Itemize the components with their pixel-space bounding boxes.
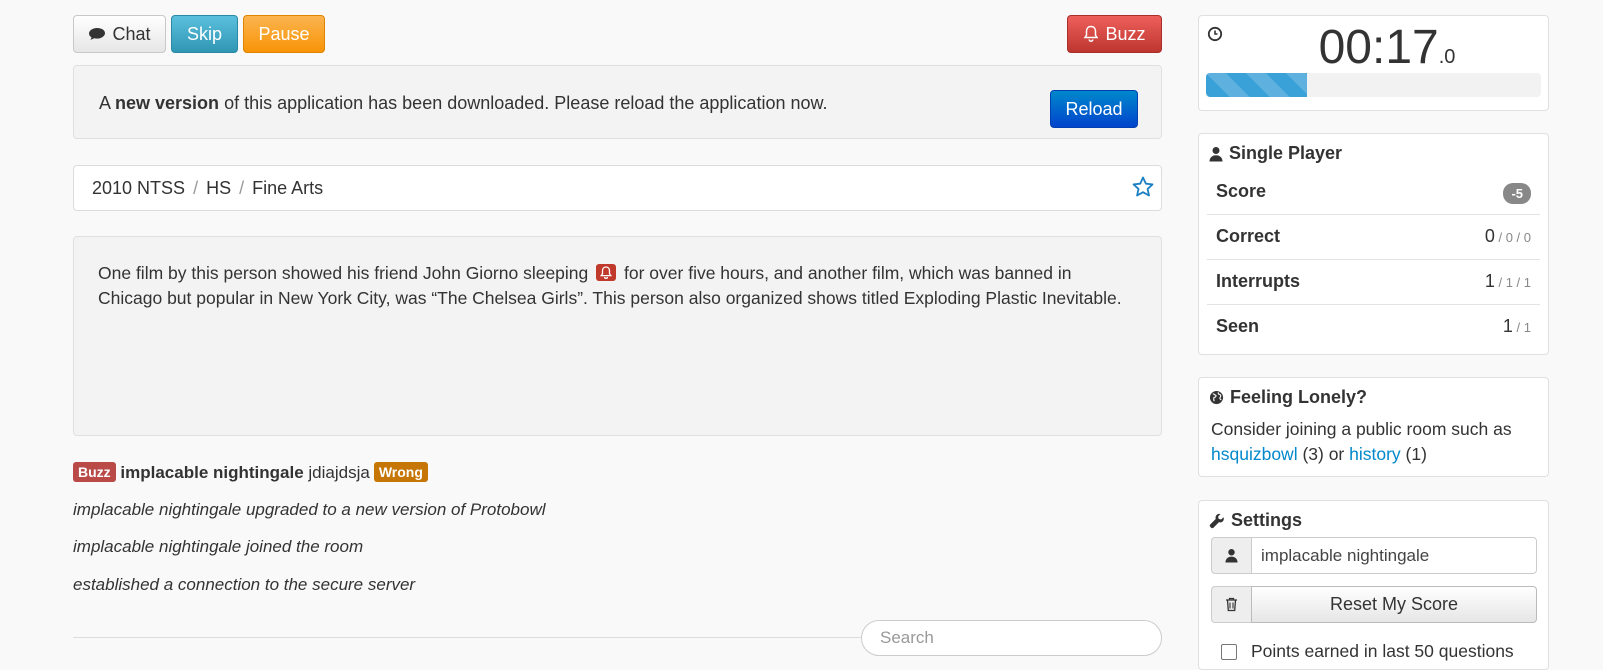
buzz-answer: jdiajdsja <box>308 463 370 482</box>
breadcrumb-separator: / <box>193 177 199 198</box>
seen-label: Seen <box>1216 316 1260 336</box>
name-input[interactable] <box>1251 537 1537 574</box>
room-link-hsquizbowl[interactable]: hsquizbowl <box>1211 444 1298 464</box>
settings-panel: Settings Reset My Score Points earned in… <box>1198 500 1549 670</box>
score-row: Score -5 <box>1207 169 1540 215</box>
log-line: implacable nightingale upgraded to a new… <box>73 500 546 520</box>
interrupts-extra: / 1 / 1 <box>1494 275 1531 290</box>
interrupts-row: Interrupts 1 / 1 / 1 <box>1207 259 1540 305</box>
trash-icon <box>1226 597 1237 612</box>
panel-title: Single Player <box>1209 143 1342 164</box>
lonely-title: Feeling Lonely? <box>1230 387 1368 407</box>
correct-extra: / 0 / 0 <box>1494 230 1531 245</box>
speech-bubble-icon <box>89 28 106 40</box>
bell-icon <box>600 266 613 279</box>
room2-count: (1) <box>1400 444 1427 464</box>
settings-title: Settings <box>1231 510 1303 530</box>
reset-label: Reset My Score <box>1329 594 1459 614</box>
timer-panel: 00:17.0 <box>1198 15 1549 111</box>
pause-button[interactable]: Pause <box>243 15 325 53</box>
timer-main: 00:17 <box>1318 21 1439 74</box>
breadcrumb-category: Fine Arts <box>252 177 324 198</box>
buzz-button[interactable]: Buzz <box>1067 15 1162 53</box>
timer-fraction: .0 <box>1438 46 1456 68</box>
seen-row: Seen 1 / 1 <box>1207 304 1540 349</box>
correct-value: 0 / 0 / 0 <box>1485 226 1531 247</box>
skip-label: Skip <box>186 23 222 44</box>
points-label: Points earned in last 50 questions <box>1251 641 1514 661</box>
buzz-badge: Buzz <box>73 462 116 482</box>
buzz-label: Buzz <box>1105 23 1146 44</box>
seen-count: 1 <box>1502 316 1513 336</box>
search-input[interactable] <box>861 620 1162 656</box>
star-icon[interactable] <box>1131 175 1155 199</box>
timer-progress-fill <box>1206 73 1307 97</box>
score-label: Score <box>1216 181 1267 201</box>
log-line: established a connection to the secure s… <box>73 575 415 595</box>
interrupts-label: Interrupts <box>1216 271 1301 291</box>
log-text: implacable nightingale joined the room <box>73 537 364 556</box>
user-icon <box>1225 549 1238 563</box>
user-icon <box>1209 146 1223 161</box>
question-part-1: One film by this person showed his frien… <box>98 263 589 283</box>
panel-title: Feeling Lonely? <box>1209 387 1367 408</box>
clock-icon <box>1207 26 1223 42</box>
breadcrumb-tournament: 2010 NTSS <box>92 177 186 198</box>
name-input-group <box>1211 537 1537 574</box>
log-text: established a connection to the secure s… <box>73 575 416 594</box>
feeling-lonely-panel: Feeling Lonely? Consider joining a publi… <box>1198 377 1549 477</box>
interrupts-value: 1 / 1 / 1 <box>1485 271 1531 292</box>
reset-group: Reset My Score <box>1211 586 1537 623</box>
correct-count: 0 <box>1484 226 1495 246</box>
panel-title: Settings <box>1209 510 1302 531</box>
log-text: implacable nightingale upgraded to a new… <box>73 500 546 519</box>
log-line: implacable nightingale joined the room <box>73 537 363 557</box>
buzz-log-line: Buzz implacable nightingale jdiajdsja Wro… <box>73 462 428 483</box>
timer-display: 00:17.0 <box>1307 20 1467 75</box>
buzz-marker <box>596 264 617 281</box>
points-checkbox[interactable] <box>1221 643 1237 660</box>
single-player-title: Single Player <box>1229 143 1343 163</box>
alert-prefix: A <box>99 93 116 113</box>
breadcrumb-level: HS <box>206 177 232 198</box>
wrong-badge: Wrong <box>373 462 428 482</box>
buzz-user: implacable nightingale <box>120 463 304 482</box>
breadcrumb-separator: / <box>239 177 245 198</box>
name-addon <box>1211 537 1251 574</box>
skip-button[interactable]: Skip <box>171 15 238 53</box>
points-checkbox-row[interactable]: Points earned in last 50 questions <box>1221 641 1514 662</box>
correct-label: Correct <box>1216 226 1281 246</box>
room1-count: (3) or <box>1297 444 1350 464</box>
breadcrumb: 2010 NTSS / HS / Fine Arts <box>73 165 1162 211</box>
reset-score-button[interactable]: Reset My Score <box>1251 586 1537 623</box>
timer-progress <box>1206 73 1541 97</box>
divider <box>73 637 863 638</box>
question-text: One film by this person showed his frien… <box>73 236 1162 436</box>
alert-suffix: of this application has been downloaded.… <box>219 93 828 113</box>
seen-extra: / 1 <box>1512 320 1531 335</box>
lonely-text: Consider joining a public room such as <box>1211 419 1512 439</box>
seen-value: 1 / 1 <box>1503 316 1531 337</box>
room-link-history[interactable]: history <box>1349 444 1401 464</box>
lonely-body: Consider joining a public room such as h… <box>1211 417 1536 467</box>
score-badge: -5 <box>1503 183 1531 204</box>
interrupts-count: 1 <box>1484 271 1495 291</box>
wrench-icon <box>1209 513 1224 528</box>
chat-button[interactable]: Chat <box>73 15 166 53</box>
alert-message: A new version of this application has be… <box>99 93 828 114</box>
single-player-panel: Single Player Score -5 Correct 0 / 0 / 0… <box>1198 133 1549 355</box>
new-version-alert: A new version of this application has be… <box>73 65 1162 139</box>
correct-row: Correct 0 / 0 / 0 <box>1207 214 1540 260</box>
reload-label: Reload <box>1065 98 1123 119</box>
bell-icon <box>1084 25 1099 43</box>
globe-icon <box>1209 390 1224 405</box>
alert-bold: new version <box>115 93 220 113</box>
pause-label: Pause <box>258 23 310 44</box>
reset-addon <box>1211 586 1251 623</box>
chat-label: Chat <box>112 23 151 44</box>
reload-button[interactable]: Reload <box>1050 90 1138 128</box>
